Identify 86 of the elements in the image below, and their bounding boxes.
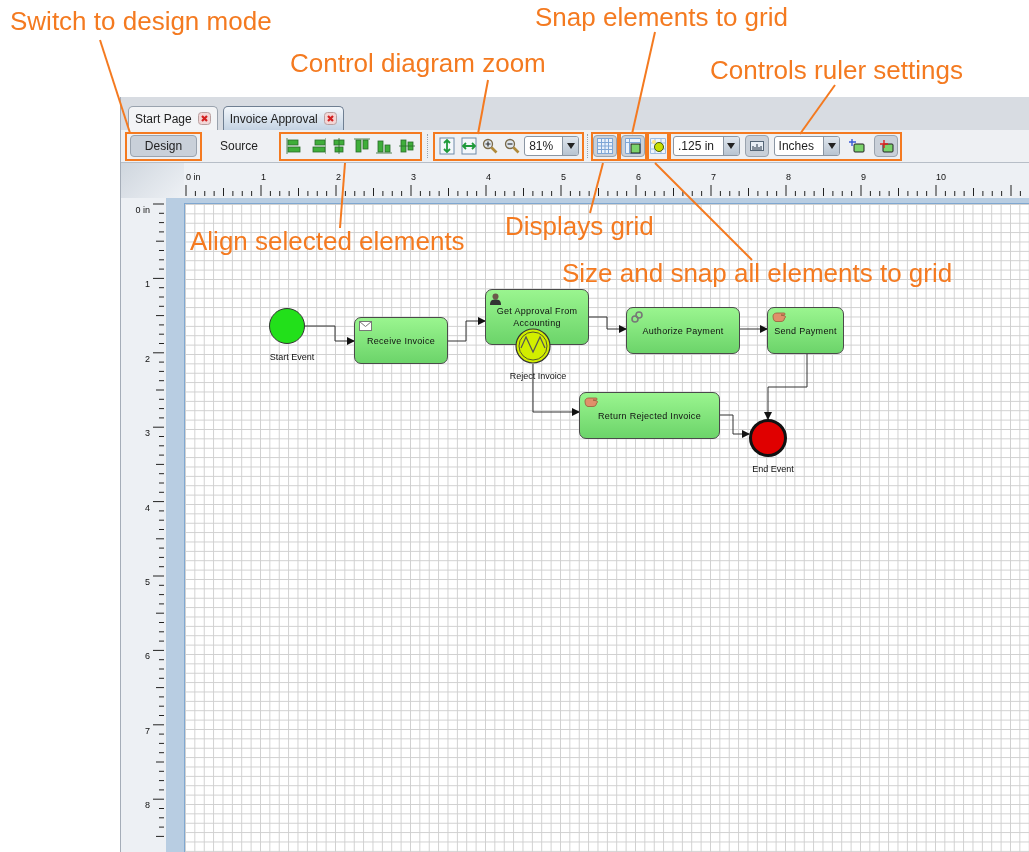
dropdown-button[interactable] (823, 137, 840, 155)
caret-icon (727, 143, 736, 149)
ruler-label: 3 (411, 171, 416, 184)
dropdown-button[interactable] (562, 137, 578, 155)
leader-line (589, 162, 604, 214)
task-label: Return Rejected Invoice (598, 409, 701, 422)
snap-grid-icon (625, 138, 641, 154)
event-label: Reject Invoice (509, 370, 567, 383)
event-label: End Event (752, 463, 794, 476)
origin-icon (849, 139, 866, 153)
hand-icon (772, 311, 786, 322)
event-label: Start Event (269, 351, 315, 364)
align-icon (375, 137, 394, 155)
ruler-label: 7 (711, 171, 716, 184)
align-button[interactable] (396, 136, 417, 156)
align-icon (397, 137, 416, 155)
task-label: Send Payment (774, 324, 837, 337)
units-dropdown[interactable]: Inches (773, 136, 841, 156)
close-icon[interactable] (323, 112, 337, 125)
origin-toggle-button[interactable] (874, 135, 898, 157)
zoom-dropdown[interactable]: 81% (524, 136, 579, 156)
gears-icon (631, 311, 643, 323)
ruler-toggle-button[interactable] (744, 135, 769, 157)
ruler-label: 5 (145, 576, 150, 589)
size-snap-icon (650, 138, 666, 154)
ruler-label: 9 (861, 171, 866, 184)
zoom-button[interactable] (459, 136, 479, 156)
zoom-button[interactable] (481, 136, 500, 156)
grid-size-dropdown[interactable]: .125 in (673, 136, 740, 156)
grid-icon (597, 138, 613, 154)
connector-arrow (739, 325, 768, 333)
leader-line (339, 162, 346, 229)
ruler-label: 3 (145, 427, 150, 441)
connector-arrow (719, 414, 750, 438)
align-icon (285, 137, 304, 155)
tab[interactable]: Start Page (128, 106, 218, 130)
ruler-label: 6 (145, 650, 150, 664)
caret-icon (566, 143, 575, 149)
ruler-label: 2 (145, 352, 150, 366)
dropdown-button[interactable] (722, 137, 739, 155)
ruler-label: 4 (145, 501, 150, 515)
envelope-icon (359, 321, 372, 331)
ruler-label: 10 (936, 171, 946, 184)
connector-arrow (588, 316, 627, 333)
close-icon[interactable] (197, 112, 211, 125)
annotation-label: Size and snap all elements to grid (562, 258, 953, 288)
fit-height-icon (439, 137, 456, 155)
task-label: Receive Invoice (366, 334, 435, 347)
connector-arrow (764, 353, 808, 420)
ruler-label: 6 (636, 171, 641, 184)
task-label: Authorize Payment (642, 324, 724, 337)
annotation-label: Control diagram zoom (290, 48, 546, 78)
ruler-label: 0 in (135, 204, 150, 217)
zoom-out-icon (503, 138, 520, 154)
align-button[interactable] (351, 136, 372, 156)
ruler-label: 7 (145, 724, 150, 738)
ruler-label: 2 (336, 171, 341, 184)
mode-button[interactable]: Source (211, 135, 267, 157)
person-icon (490, 293, 501, 305)
ruler-label: 4 (486, 171, 491, 184)
ruler-icon (749, 141, 764, 151)
annotation-label: Align selected elements (190, 226, 465, 256)
ruler-label: 1 (261, 171, 266, 184)
ruler-corner (121, 163, 184, 198)
fit-width-icon (460, 137, 477, 155)
ruler-label: 5 (561, 171, 566, 184)
connector-arrow (447, 317, 486, 342)
ruler-label: 8 (145, 799, 150, 813)
caret-icon (827, 143, 836, 149)
origin-icon (878, 139, 895, 153)
ruler-label: 1 (145, 278, 150, 292)
tab[interactable]: Invoice Approval (222, 106, 344, 130)
annotation-label: Snap elements to grid (535, 2, 788, 32)
zoom-button[interactable] (438, 136, 457, 156)
hand-icon (584, 396, 598, 407)
annotation-label: Switch to design mode (10, 6, 272, 36)
annotation-label: Displays grid (505, 211, 654, 241)
mode-button[interactable]: Design (130, 135, 197, 157)
zoom-in-icon (482, 138, 499, 154)
ruler-label: 0 in (186, 171, 201, 184)
zoom-button[interactable] (502, 136, 522, 156)
task-label: Get Approval From Accounting (495, 305, 579, 329)
align-icon (352, 137, 371, 155)
annotation-label: Controls ruler settings (710, 55, 963, 85)
ruler-label: 8 (786, 171, 791, 184)
connector-arrow (304, 325, 355, 345)
